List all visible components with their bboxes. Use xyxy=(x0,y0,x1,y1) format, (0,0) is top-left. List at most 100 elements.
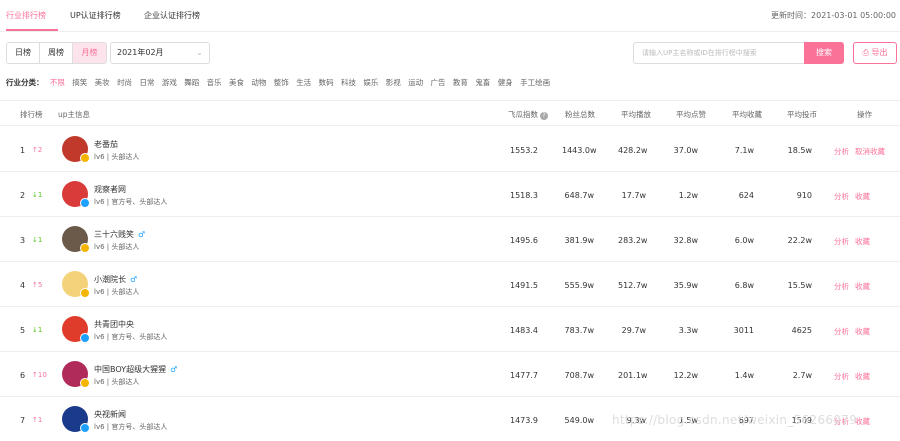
col-up-info: up主信息 xyxy=(58,110,91,119)
collect-link[interactable]: 收藏 xyxy=(855,237,870,246)
export-icon: ⎙ xyxy=(862,48,869,57)
verified-badge-icon xyxy=(80,198,90,208)
up-name-text: 中国BOY超级大猩猩 xyxy=(94,365,167,374)
category-item[interactable]: 数码 xyxy=(319,78,334,87)
col-avg-play: 平均播放 xyxy=(621,110,651,119)
verified-badge-icon xyxy=(80,378,90,388)
avatar[interactable] xyxy=(62,271,90,298)
avg-play-value: 29.7w xyxy=(621,326,646,335)
analyze-link[interactable]: 分析 xyxy=(834,192,849,201)
up-name[interactable]: 三十六贱笑 ♂ xyxy=(94,229,145,240)
avatar[interactable] xyxy=(62,136,90,163)
category-item[interactable]: 不限 xyxy=(50,78,65,87)
monthly-button[interactable]: 月榜 xyxy=(73,43,106,63)
category-item[interactable]: 时尚 xyxy=(117,78,132,87)
month-select[interactable]: 2021年02月 ⌄ xyxy=(110,42,210,64)
category-item[interactable]: 美食 xyxy=(229,78,244,87)
category-item[interactable]: 动物 xyxy=(251,78,266,87)
up-name[interactable]: 老番茄 xyxy=(94,139,122,150)
fans-value: 381.9w xyxy=(564,236,594,245)
month-select-value: 2021年02月 xyxy=(117,48,164,57)
up-level-tags: lv6 | 官方号、头部达人 xyxy=(94,198,168,206)
row-actions: 分析 收藏 xyxy=(834,326,876,337)
avg-coin-value: 910 xyxy=(796,191,812,200)
rank-number: 1 xyxy=(20,146,26,155)
search-input[interactable] xyxy=(633,42,805,64)
rank-number: 4 xyxy=(20,281,26,290)
col-feigua-label: 飞瓜指数 xyxy=(508,110,538,119)
category-item[interactable]: 游戏 xyxy=(162,78,177,87)
analyze-link[interactable]: 分析 xyxy=(834,147,849,156)
avg-like-value: 35.9w xyxy=(673,281,698,290)
update-time: 更新时间：2021-03-01 05:00:00 xyxy=(771,11,896,20)
rank-change: ↓1 xyxy=(32,191,43,199)
category-item[interactable]: 鬼畜 xyxy=(475,78,490,87)
avg-collect-value: 1.4w xyxy=(734,371,754,380)
up-name-text: 三十六贱笑 xyxy=(94,230,134,239)
analyze-link[interactable]: 分析 xyxy=(834,237,849,246)
category-item[interactable]: 搞笑 xyxy=(72,78,87,87)
collect-link[interactable]: 收藏 xyxy=(855,417,870,426)
up-level-tags: lv6 | 头部达人 xyxy=(94,243,140,251)
rank-change: ↑10 xyxy=(32,371,47,379)
collect-link[interactable]: 收藏 xyxy=(855,282,870,291)
search-button[interactable]: 搜索 xyxy=(804,42,844,64)
category-item[interactable]: 手工绘画 xyxy=(520,78,550,87)
avatar[interactable] xyxy=(62,181,90,208)
tab-industry-ranking[interactable]: 行业排行榜 xyxy=(6,10,46,21)
avatar[interactable] xyxy=(62,361,90,388)
avatar[interactable] xyxy=(62,226,90,253)
active-tab-underline xyxy=(6,29,58,31)
analyze-link[interactable]: 分析 xyxy=(834,282,849,291)
rank-number: 3 xyxy=(20,236,26,245)
avatar[interactable] xyxy=(62,406,90,433)
feigua-index-value: 1473.9 xyxy=(510,416,538,425)
collect-link[interactable]: 收藏 xyxy=(855,372,870,381)
analyze-link[interactable]: 分析 xyxy=(834,372,849,381)
up-name[interactable]: 观察者网 xyxy=(94,184,130,195)
avg-collect-value: 6.0w xyxy=(734,236,754,245)
period-toggle: 日榜 周榜 月榜 xyxy=(6,42,107,64)
category-item[interactable]: 影视 xyxy=(386,78,401,87)
up-name[interactable]: 中国BOY超级大猩猩 ♂ xyxy=(94,364,177,375)
category-item[interactable]: 生活 xyxy=(296,78,311,87)
up-name[interactable]: 共青团中央 xyxy=(94,319,138,330)
collect-link[interactable]: 收藏 xyxy=(855,327,870,336)
tab-enterprise-cert-ranking[interactable]: 企业认证排行榜 xyxy=(144,10,200,21)
category-item[interactable]: 音乐 xyxy=(207,78,222,87)
category-item[interactable]: 健身 xyxy=(498,78,513,87)
category-item[interactable]: 广告 xyxy=(431,78,446,87)
category-item[interactable]: 科技 xyxy=(341,78,356,87)
collect-link[interactable]: 取消收藏 xyxy=(855,147,885,156)
tab-up-cert-ranking[interactable]: UP认证排行榜 xyxy=(70,10,121,21)
col-avg-coin: 平均投币 xyxy=(787,110,817,119)
feigua-index-value: 1495.6 xyxy=(510,236,538,245)
up-name[interactable]: 央视新闻 xyxy=(94,409,130,420)
category-item[interactable]: 整饰 xyxy=(274,78,289,87)
category-item[interactable]: 娱乐 xyxy=(363,78,378,87)
collect-link[interactable]: 收藏 xyxy=(855,192,870,201)
up-name-text: 观察者网 xyxy=(94,185,126,194)
category-item[interactable]: 舞蹈 xyxy=(184,78,199,87)
weekly-button[interactable]: 周榜 xyxy=(40,43,73,63)
category-item[interactable]: 运动 xyxy=(408,78,423,87)
table-row: 4 ↑5 小潮院长 ♂ lv6 | 头部达人 1491.5 555.9w 512.… xyxy=(0,262,900,307)
analyze-link[interactable]: 分析 xyxy=(834,327,849,336)
up-name[interactable]: 小潮院长 ♂ xyxy=(94,274,137,285)
category-item[interactable]: 日常 xyxy=(139,78,154,87)
up-name-text: 老番茄 xyxy=(94,140,118,149)
rank-change: ↓1 xyxy=(32,326,43,334)
col-feigua-index: 飞瓜指数? xyxy=(508,109,548,120)
col-ops: 操作 xyxy=(857,110,872,119)
watermark: https://blog.csdn.net/weixin_56266079 xyxy=(612,413,858,427)
avatar[interactable] xyxy=(62,316,90,343)
category-item[interactable]: 美妆 xyxy=(95,78,110,87)
male-icon: ♂ xyxy=(170,365,178,374)
export-button[interactable]: ⎙ 导出 xyxy=(853,42,897,64)
daily-button[interactable]: 日榜 xyxy=(7,43,40,63)
category-item[interactable]: 教育 xyxy=(453,78,468,87)
avg-collect-value: 3011 xyxy=(733,326,754,335)
avg-collect-value: 6.8w xyxy=(734,281,754,290)
help-icon[interactable]: ? xyxy=(540,112,548,120)
up-level-tags: lv6 | 官方号、头部达人 xyxy=(94,423,168,431)
